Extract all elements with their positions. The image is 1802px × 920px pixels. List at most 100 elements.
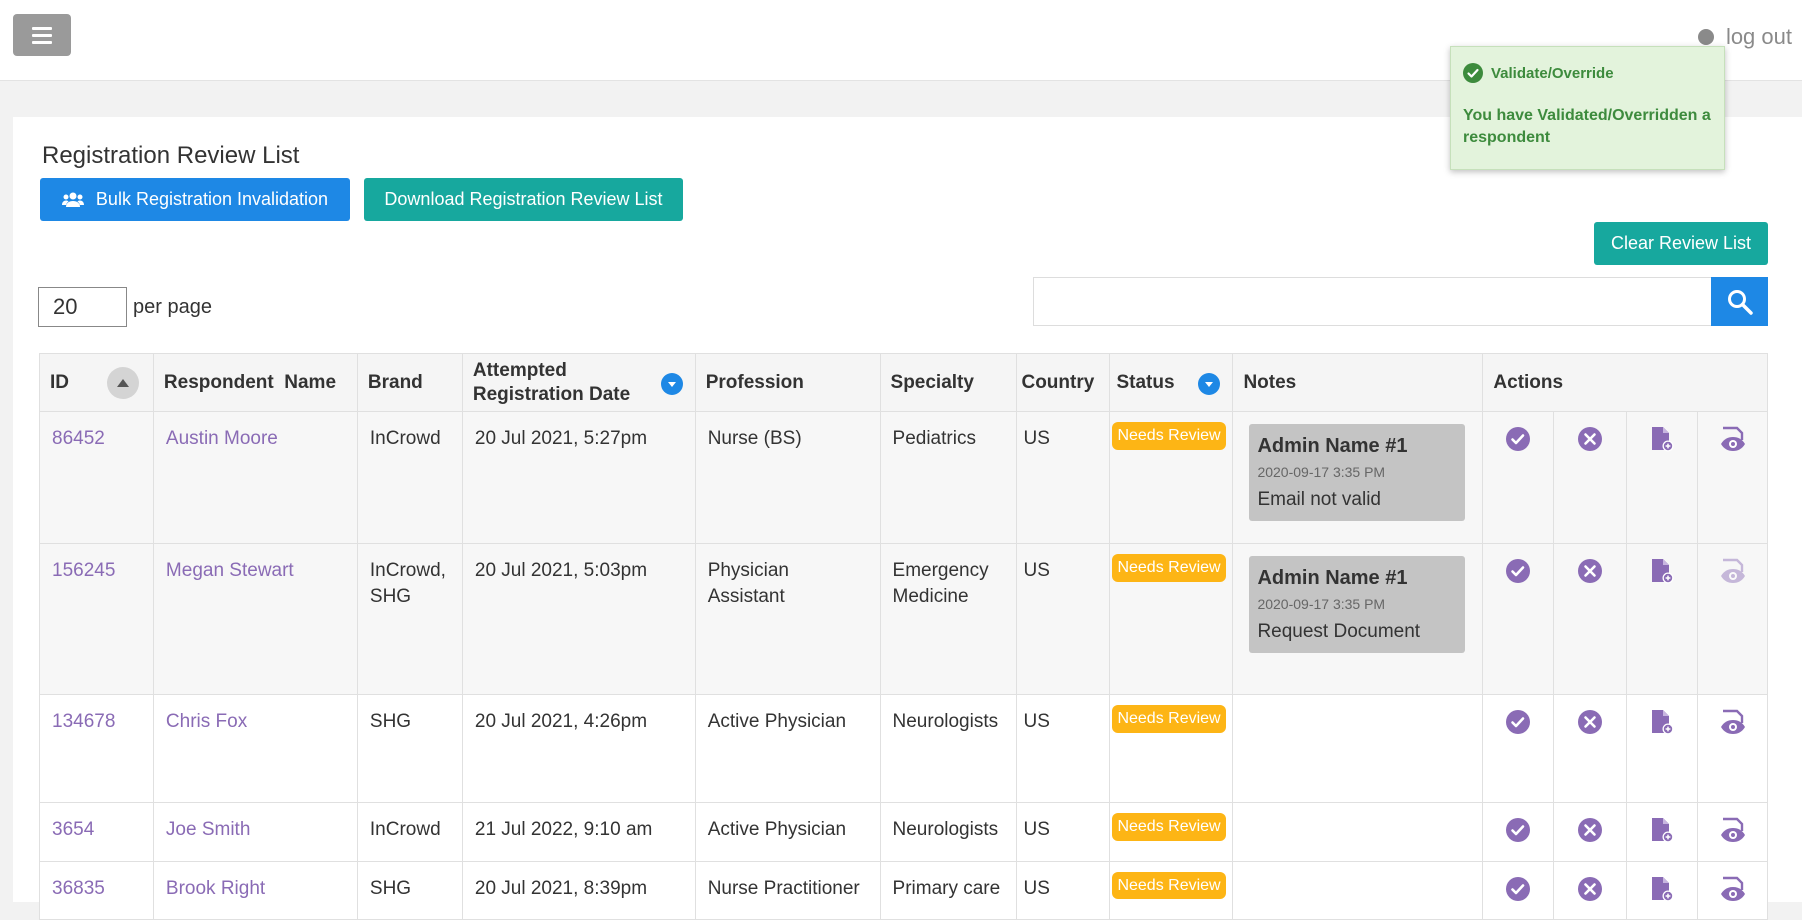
respondent-id-link[interactable]: 86452 [52,428,105,449]
add-document-icon[interactable] [1650,876,1674,910]
invalidate-x-icon[interactable] [1577,876,1603,910]
brand-cell: InCrowd [356,411,463,544]
profession-cell: Nurse (BS) [694,411,881,544]
date-cell: 20 Jul 2021, 5:27pm [461,411,696,544]
table-row[interactable]: 134678 Chris Fox SHG 20 Jul 2021, 4:26pm Act… [39,694,1768,803]
sort-ascending-icon[interactable] [106,367,139,399]
note-author: Admin Name #1 [1257,435,1408,457]
clear-review-list-label: Clear Review List [1610,233,1752,253]
notes-cell [1232,694,1484,803]
respondent-name-link[interactable]: Megan Stewart [166,560,294,581]
view-eye-icon[interactable] [1720,709,1746,743]
invalidate-x-icon[interactable] [1577,558,1603,592]
view-eye-icon[interactable] [1720,876,1746,910]
respondent-name-link[interactable]: Austin Moore [166,428,278,449]
respondent-id-link[interactable]: 36835 [52,878,105,899]
check-circle-icon [1463,63,1483,83]
date-cell: 20 Jul 2021, 8:39pm [461,860,696,920]
column-header-profession[interactable]: Profession [694,353,881,412]
view-eye-icon[interactable] [1720,426,1746,460]
note-timestamp: 2020-09-17 3:35 PM [1257,596,1386,612]
column-header-name[interactable]: Respondent Name [152,353,358,412]
respondent-name-link[interactable]: Joe Smith [166,819,250,840]
clear-review-list-button[interactable]: Clear Review List [1594,222,1768,265]
download-list-label: Download Registration Review List [384,189,663,209]
specialty-cell: Pediatrics [879,411,1018,544]
validate-check-icon[interactable] [1505,817,1531,851]
profession-cell: Physician Assistant [694,543,881,695]
hamburger-icon[interactable] [13,14,71,56]
column-header-specialty[interactable]: Specialty [879,353,1018,412]
country-cell: US [1016,860,1111,920]
invalidate-x-icon[interactable] [1577,709,1603,743]
notes-cell [1232,860,1484,920]
review-list-card: Registration Review List Bulk Registrati… [13,117,1802,920]
user-status-icon [1697,29,1714,45]
validate-check-icon[interactable] [1505,876,1531,910]
search-input[interactable] [1033,277,1711,326]
add-document-icon[interactable] [1650,426,1674,460]
column-header-status[interactable]: Status [1109,353,1234,412]
column-header-country[interactable]: Country [1016,353,1111,412]
profession-cell: Active Physician [694,802,881,862]
validate-check-icon[interactable] [1505,558,1531,592]
bulk-invalidation-label: Bulk Registration Invalidation [95,189,329,209]
country-cell: US [1016,543,1111,695]
respondent-name-link[interactable]: Chris Fox [166,711,247,732]
table-row[interactable]: 156245 Megan Stewart InCrowd, SHG 20 Jul 20… [39,543,1768,695]
table-row[interactable]: 86452 Austin Moore InCrowd 20 Jul 2021, 5:2… [39,411,1768,544]
column-header-actions: Actions [1482,353,1768,412]
invalidate-x-icon[interactable] [1577,426,1603,460]
validate-check-icon[interactable] [1505,426,1531,460]
users-icon [61,192,84,207]
column-header-notes: Notes [1232,353,1484,412]
profession-cell: Nurse Practitioner [694,860,881,920]
brand-cell: InCrowd, SHG [356,543,463,695]
add-document-icon[interactable] [1650,558,1674,592]
search-button[interactable] [1711,277,1768,326]
table-header-row: ID Respondent Name Brand Attempted Regis… [39,353,1768,412]
invalidate-x-icon[interactable] [1577,817,1603,851]
profession-cell: Active Physician [694,694,881,803]
brand-cell: InCrowd [356,802,463,862]
column-header-brand[interactable]: Brand [356,353,463,412]
toast-header: Validate/Override [1463,63,1712,83]
status-badge: Needs Review [1112,422,1226,450]
column-header-label: Attempted Registration Date [472,359,631,405]
bulk-invalidation-button[interactable]: Bulk Registration Invalidation [40,178,350,221]
column-header-id[interactable]: ID [39,353,154,412]
add-document-icon[interactable] [1650,709,1674,743]
table-row[interactable]: 3654 Joe Smith InCrowd 21 Jul 2022, 9:10 am… [39,802,1768,862]
sort-dropdown-icon[interactable] [660,373,683,395]
per-page-input[interactable] [38,287,127,327]
page-title: Registration Review List [42,142,300,169]
respondent-id-link[interactable]: 134678 [52,711,115,732]
success-toast[interactable]: Validate/Override You have Validated/Ove… [1450,46,1725,170]
note-text: Request Document [1257,620,1421,642]
download-list-button[interactable]: Download Registration Review List [364,178,683,221]
country-cell: US [1016,694,1111,803]
view-eye-icon[interactable] [1720,558,1746,592]
add-document-icon[interactable] [1650,817,1674,851]
search-icon [1727,289,1753,315]
column-header-label: Status [1116,371,1175,393]
note-text: Email not valid [1257,488,1381,510]
toast-message: You have Validated/Overridden a responde… [1463,107,1711,146]
country-cell: US [1016,802,1111,862]
table-row[interactable]: 36835 Brook Right SHG 20 Jul 2021, 8:39pm Nu… [39,860,1768,920]
validate-check-icon[interactable] [1505,709,1531,743]
respondent-id-link[interactable]: 3654 [52,819,94,840]
date-cell: 21 Jul 2022, 9:10 am [461,802,696,862]
notes-cell [1232,802,1484,862]
brand-cell: SHG [356,694,463,803]
view-eye-icon[interactable] [1720,817,1746,851]
logout-label[interactable]: log out [1726,24,1792,50]
note-card: Admin Name #1 2020-09-17 3:35 PM Email not… [1249,424,1466,521]
specialty-cell: Neurologists [879,694,1018,803]
per-page-label: per page [133,295,212,318]
status-badge: Needs Review [1112,813,1226,841]
respondent-id-link[interactable]: 156245 [52,560,115,581]
status-filter-icon[interactable] [1198,373,1221,395]
column-header-date[interactable]: Attempted Registration Date [461,353,696,412]
respondent-name-link[interactable]: Brook Right [166,878,265,899]
